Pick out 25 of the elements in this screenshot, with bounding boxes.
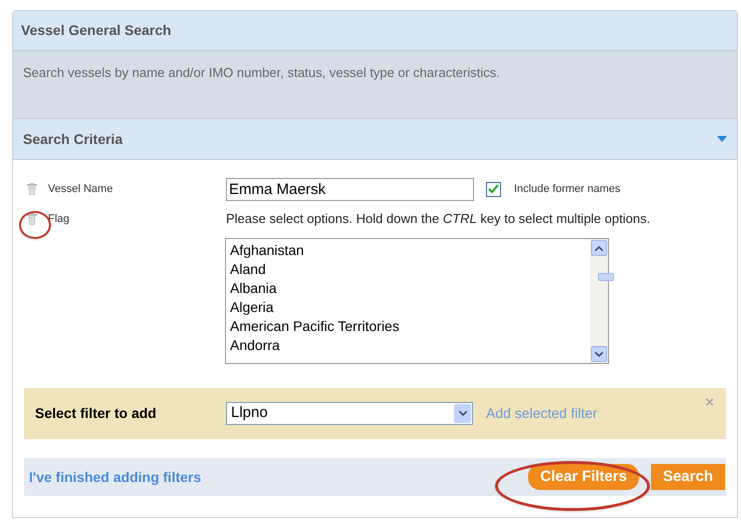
list-option[interactable]: Afghanistan: [230, 241, 590, 260]
instruction-text: Please select options. Hold down the CTRL key to select multiple options.: [226, 210, 650, 228]
scrollbar[interactable]: [590, 239, 608, 363]
scroll-down-icon[interactable]: [591, 346, 607, 362]
checkbox[interactable]: [486, 182, 501, 196]
filter-label: Select filter to add: [35, 404, 158, 423]
trash-icon[interactable]: [27, 213, 37, 225]
filter-dropdown[interactable]: Llpno: [226, 402, 473, 425]
collapse-caret-icon[interactable]: [717, 136, 727, 142]
scroll-thumb[interactable]: [598, 273, 614, 281]
country-listbox[interactable]: Afghanistan Aland Albania Algeria American Pacific Territories Andorra: [225, 238, 609, 364]
list-option[interactable]: Albania: [230, 279, 590, 298]
checkbox-label: Include former names: [514, 182, 620, 197]
section-title: Search Criteria: [23, 130, 123, 148]
panel-title: Vessel General Search: [21, 21, 172, 40]
list-option[interactable]: Aland: [230, 260, 590, 279]
field-label: Flag: [48, 212, 70, 227]
dropdown-caret-icon[interactable]: [454, 404, 471, 423]
description-text: Search vessels by name and/or IMO number, status, vessel type or characteristics.: [23, 65, 500, 80]
field-label: Vessel Name: [48, 182, 114, 197]
list-option[interactable]: Algeria: [230, 298, 590, 317]
list-option[interactable]: Andorra: [230, 336, 590, 355]
scroll-up-icon[interactable]: [591, 240, 607, 256]
list-option[interactable]: American Pacific Territories: [230, 317, 590, 336]
vessel-name-field[interactable]: Emma Maersk: [226, 178, 474, 200]
